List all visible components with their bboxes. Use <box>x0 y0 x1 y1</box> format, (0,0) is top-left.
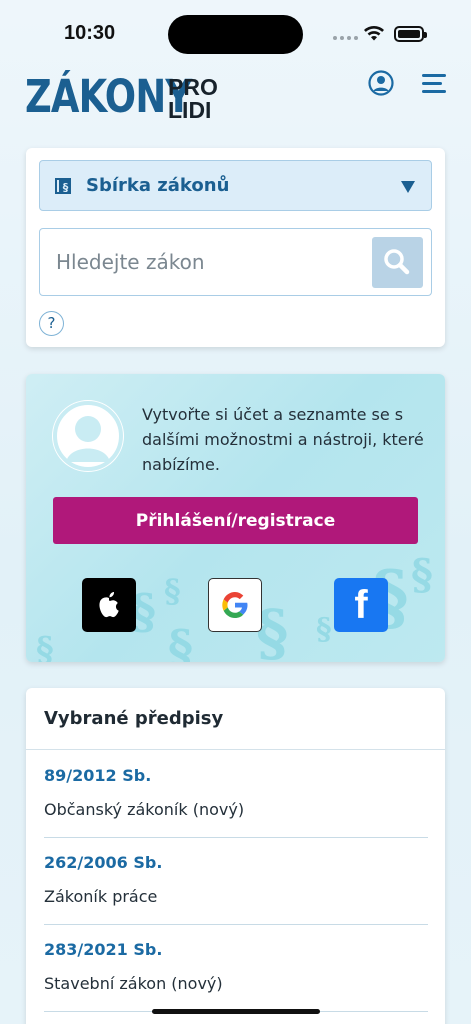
facebook-login-button[interactable]: f <box>334 578 388 632</box>
logo-lidi: LIDI <box>168 97 212 123</box>
search-card: § Sbírka zákonů ? <box>26 148 445 347</box>
regulation-name: Stavební zákon (nový) <box>44 974 223 993</box>
status-time: 10:30 <box>64 22 116 44</box>
home-indicator[interactable] <box>152 1009 320 1014</box>
search-icon <box>384 249 410 275</box>
list-item[interactable]: 262/2006 Sb. Zákoník práce <box>44 853 428 925</box>
regulation-name: Občanský zákoník (nový) <box>44 800 245 819</box>
search-button[interactable] <box>372 237 423 288</box>
logo-zakony[interactable]: ZÁKONY <box>25 70 192 123</box>
divider <box>44 837 428 838</box>
google-login-button[interactable] <box>208 578 262 632</box>
registration-card: § § § § § § § § Vytvořte si účet a sezna… <box>26 374 445 662</box>
divider <box>26 749 445 750</box>
regulation-code[interactable]: 283/2021 Sb. <box>44 940 428 959</box>
divider <box>44 924 428 925</box>
section-title: Vybrané předpisy <box>44 708 224 729</box>
registration-text: Vytvořte si účet a seznamte se s dalšími… <box>142 405 424 474</box>
search-input[interactable] <box>56 247 356 277</box>
chevron-down-icon <box>401 181 415 193</box>
search-box <box>39 228 432 296</box>
status-bar: 10:30 <box>0 0 471 68</box>
apple-login-button[interactable] <box>82 578 136 632</box>
collection-label: Sbírka zákonů <box>86 175 230 196</box>
login-register-button[interactable]: Přihlášení/registrace <box>53 497 418 544</box>
account-icon[interactable] <box>368 70 394 96</box>
list-item[interactable]: 89/2012 Sb. Občanský zákoník (nový) <box>44 766 428 838</box>
menu-icon[interactable] <box>422 74 446 94</box>
signal-dots-icon <box>333 36 358 40</box>
wifi-icon <box>364 26 384 41</box>
help-button[interactable]: ? <box>39 311 64 336</box>
facebook-icon: f <box>354 582 368 627</box>
svg-text:§: § <box>63 181 69 194</box>
dynamic-island <box>168 15 303 54</box>
apple-icon <box>99 592 119 618</box>
regulation-code[interactable]: 262/2006 Sb. <box>44 853 428 872</box>
battery-icon <box>394 26 427 42</box>
collection-select[interactable]: § Sbírka zákonů <box>39 160 432 211</box>
google-icon <box>222 592 248 618</box>
regulation-name: Zákoník práce <box>44 887 158 906</box>
regulation-code[interactable]: 89/2012 Sb. <box>44 766 428 785</box>
list-item[interactable]: 283/2021 Sb. Stavební zákon (nový) <box>44 940 428 1012</box>
law-book-icon: § <box>55 178 71 194</box>
selected-regulations-card: Vybrané předpisy 89/2012 Sb. Občanský zá… <box>26 688 445 1024</box>
avatar-placeholder-icon <box>52 400 124 472</box>
